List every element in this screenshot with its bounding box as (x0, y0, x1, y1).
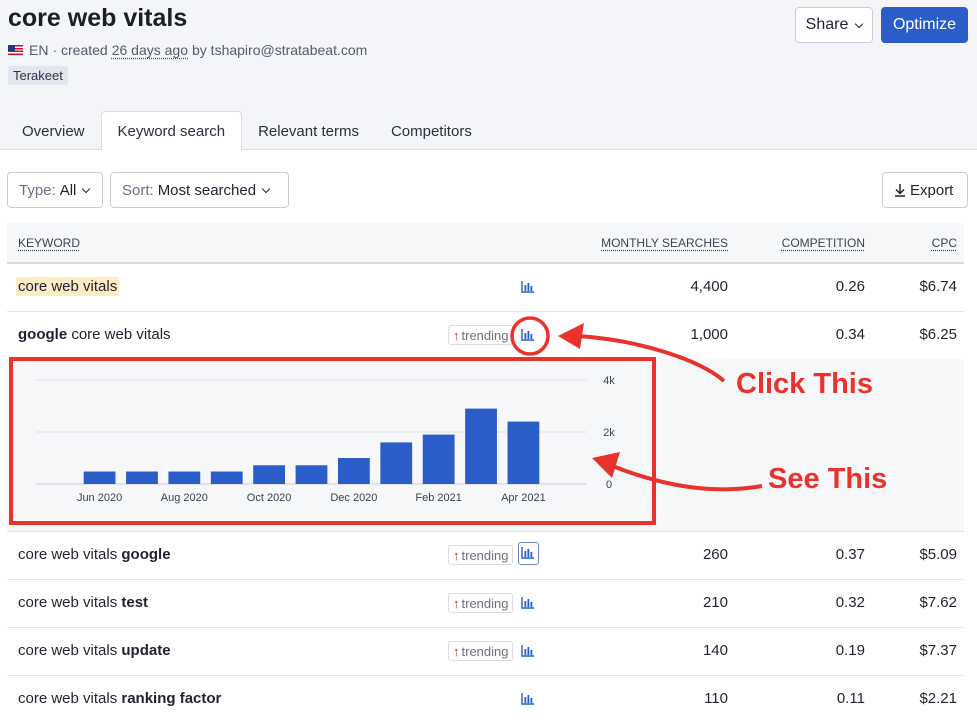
keyword-core: core web vitals (18, 690, 122, 707)
trending-badge: ↑ trending (448, 325, 514, 345)
keyword-cell: core web vitals google (18, 546, 171, 563)
cpc-cell: $7.62 (919, 594, 957, 611)
keyword-cell: core web vitals test (18, 594, 148, 611)
see-this-annotation: See This (768, 463, 888, 495)
keyword-cell: core web vitals update (18, 642, 171, 659)
keyword-core: core web vitals (18, 594, 122, 611)
bar-chart-icon[interactable] (521, 644, 537, 658)
keyword-core: core web vitals (67, 326, 171, 343)
cpc-cell: $6.74 (919, 278, 957, 295)
type-filter-label: Type: (19, 181, 56, 199)
us-flag-icon (8, 45, 23, 55)
table-row[interactable]: core web vitals update ↑ trending 140 0.1… (7, 628, 964, 676)
page-header: core web vitals EN · created 26 days ago… (0, 0, 977, 151)
monthly-searches-cell: 1,000 (690, 326, 728, 343)
bar-chart-icon[interactable] (521, 692, 537, 706)
competition-cell: 0.11 (836, 690, 865, 707)
monthly-searches-cell: 210 (702, 594, 728, 611)
share-button[interactable]: Share (795, 7, 873, 43)
keyword-cell: google core web vitals (18, 326, 171, 343)
column-cpc[interactable]: CPC (932, 236, 957, 250)
keyword-highlight: core web vitals (16, 277, 120, 296)
keyword-suffix: ranking factor (121, 690, 222, 707)
competition-cell: 0.32 (835, 594, 865, 611)
monthly-searches-cell: 110 (704, 690, 728, 707)
trending-arrow-icon: ↑ (453, 643, 460, 659)
tab-keyword-search[interactable]: Keyword search (100, 111, 243, 151)
keyword-core: core web vitals (18, 546, 122, 563)
table-row[interactable]: core web vitals test ↑ trending 210 0.32 … (7, 580, 964, 628)
keyword-cell: core web vitals (16, 277, 120, 296)
trending-badge: ↑ trending (448, 593, 514, 613)
trending-arrow-icon: ↑ (453, 595, 460, 611)
column-competition[interactable]: COMPETITION (782, 236, 865, 250)
page-title: core web vitals (8, 4, 188, 32)
trending-badge: ↑ trending (448, 545, 514, 565)
competition-cell: 0.19 (835, 642, 865, 659)
share-label: Share (805, 16, 849, 33)
sort-filter[interactable]: Sort: Most searched (110, 172, 289, 208)
column-keyword[interactable]: KEYWORD (18, 236, 80, 250)
table-row[interactable]: core web vitals 4,400 0.26 $6.74 (7, 264, 964, 312)
table-row[interactable]: core web vitals ranking factor 110 0.11 … (7, 676, 964, 722)
bar-chart-icon[interactable] (521, 280, 537, 294)
chevron-down-icon (261, 184, 271, 193)
download-icon (895, 184, 905, 197)
tab-competitors[interactable]: Competitors (375, 111, 488, 151)
competition-cell: 0.26 (835, 278, 865, 295)
export-label: Export (910, 181, 954, 199)
keyword-suffix: update (121, 642, 171, 659)
language-label: EN (29, 42, 49, 58)
keyword-suffix: test (121, 594, 149, 611)
trending-label: trending (461, 595, 509, 611)
trending-label: trending (461, 547, 509, 563)
trending-label: trending (461, 327, 509, 343)
click-this-annotation: Click This (736, 368, 873, 400)
tab-relevant-terms[interactable]: Relevant terms (242, 111, 375, 151)
page-meta: EN · created 26 days ago by tshapiro@str… (8, 42, 367, 58)
competition-cell: 0.37 (835, 546, 865, 563)
cpc-cell: $5.09 (919, 546, 957, 563)
bar-chart-icon[interactable] (518, 542, 539, 565)
keyword-prefix: google (18, 326, 68, 343)
monthly-searches-cell: 4,400 (690, 278, 728, 295)
keyword-cell: core web vitals ranking factor (18, 690, 221, 707)
type-filter-value: All (59, 181, 77, 199)
created-by: by tshapiro@stratabeat.com (192, 42, 368, 58)
sort-filter-label: Sort: (122, 181, 154, 199)
tab-bar: Overview Keyword search Relevant terms C… (0, 111, 488, 151)
trending-label: trending (461, 643, 509, 659)
monthly-searches-cell: 260 (702, 546, 728, 563)
chart-highlight-box (9, 357, 656, 525)
project-tag[interactable]: Terakeet (8, 66, 68, 85)
competition-cell: 0.34 (835, 326, 865, 343)
cpc-cell: $2.21 (919, 690, 957, 707)
chevron-down-icon (855, 19, 864, 28)
bar-chart-icon[interactable] (521, 328, 537, 342)
created-ago: 26 days ago (111, 42, 188, 58)
trending-arrow-icon: ↑ (453, 327, 460, 343)
monthly-searches-cell: 140 (702, 642, 728, 659)
keyword-core: core web vitals (18, 642, 122, 659)
keyword-suffix: google (121, 546, 171, 563)
sort-filter-value: Most searched (157, 181, 257, 199)
cpc-cell: $6.25 (919, 326, 957, 343)
column-monthly-searches[interactable]: MONTHLY SEARCHES (601, 236, 728, 250)
type-filter[interactable]: Type: All (7, 172, 103, 208)
tab-overview[interactable]: Overview (0, 111, 101, 151)
trending-arrow-icon: ↑ (453, 547, 460, 563)
export-button[interactable]: Export (882, 172, 968, 208)
bar-chart-icon[interactable] (521, 596, 537, 610)
table-row[interactable]: core web vitals google ↑ trending 260 0.3… (7, 532, 964, 580)
created-prefix: · created (52, 42, 108, 58)
optimize-button[interactable]: Optimize (881, 7, 968, 43)
chevron-down-icon (82, 184, 91, 193)
table-header: KEYWORD MONTHLY SEARCHES COMPETITION CPC (7, 223, 964, 264)
trending-badge: ↑ trending (448, 641, 514, 661)
table-row[interactable]: google core web vitals ↑ trending 1,000 0… (7, 312, 964, 360)
cpc-cell: $7.37 (919, 642, 957, 659)
